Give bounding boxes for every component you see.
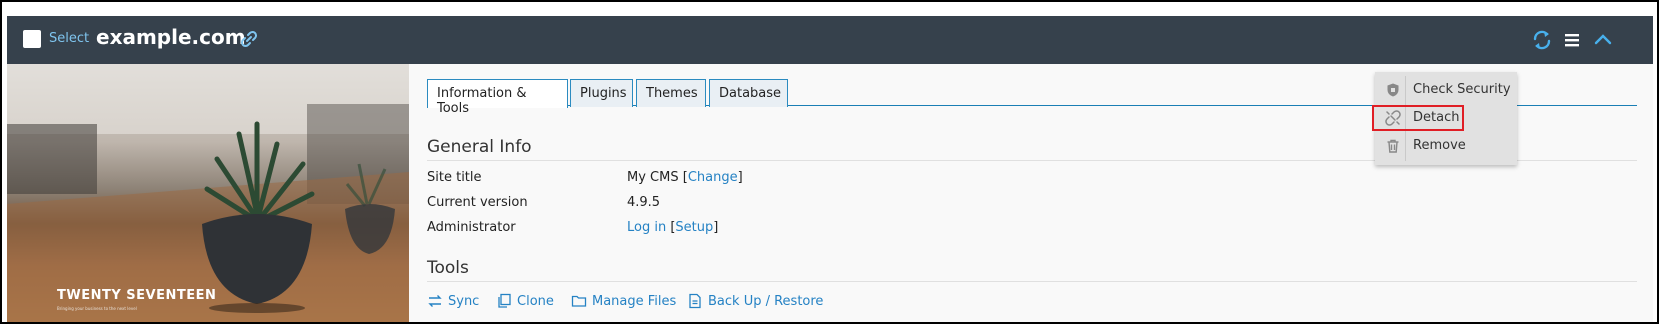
change-link[interactable]: Change xyxy=(688,170,738,185)
clone-tool[interactable]: Clone xyxy=(496,293,554,309)
theme-tagline: Bringing your business to the next level xyxy=(57,306,137,311)
detach-highlight-box xyxy=(1372,105,1464,131)
chevron-up-icon[interactable] xyxy=(1591,28,1615,52)
remove-label: Remove xyxy=(1413,138,1466,153)
administrator-links: Log in [Setup] xyxy=(627,220,719,235)
theme-name: TWENTY SEVENTEEN xyxy=(57,288,217,303)
menu-item-check-security[interactable]: Check Security xyxy=(1375,76,1517,104)
link-icon[interactable] xyxy=(239,29,259,49)
site-title-value-group: My CMS [Change] xyxy=(627,170,743,185)
folder-icon xyxy=(571,295,587,307)
sync-label: Sync xyxy=(448,293,480,309)
backup-restore-tool[interactable]: Back Up / Restore xyxy=(687,293,823,309)
actions-dropdown-menu: Check Security Detach Remove xyxy=(1372,72,1517,165)
site-domain[interactable]: example.com xyxy=(96,25,246,49)
select-label[interactable]: Select xyxy=(49,31,89,46)
tools-heading: Tools xyxy=(427,258,1637,282)
log-in-link[interactable]: Log in xyxy=(627,220,666,235)
trash-icon xyxy=(1387,139,1399,153)
setup-link[interactable]: Setup xyxy=(675,220,713,235)
sync-tool[interactable]: Sync xyxy=(427,293,479,309)
site-card: Select example.com TWENTY SEVENTEEN Brin… xyxy=(7,16,1653,322)
site-title-value: My CMS xyxy=(627,170,679,185)
site-title-label: Site title xyxy=(427,170,482,185)
clone-label: Clone xyxy=(517,293,554,309)
manage-files-tool[interactable]: Manage Files xyxy=(571,293,676,309)
tab-themes[interactable]: Themes xyxy=(636,79,706,107)
manage-files-label: Manage Files xyxy=(592,293,677,309)
refresh-icon[interactable] xyxy=(1530,28,1554,52)
theme-thumbnail: TWENTY SEVENTEEN Bringing your business … xyxy=(7,64,409,322)
tab-plugins[interactable]: Plugins xyxy=(570,79,633,107)
current-version-value: 4.9.5 xyxy=(627,195,661,210)
tab-information-tools[interactable]: Information & Tools xyxy=(427,79,568,116)
backup-restore-label: Back Up / Restore xyxy=(708,293,824,309)
tab-database[interactable]: Database xyxy=(709,79,788,107)
plant-illustration xyxy=(7,64,409,322)
current-version-label: Current version xyxy=(427,195,528,210)
check-security-label: Check Security xyxy=(1413,82,1511,97)
hamburger-menu-icon[interactable] xyxy=(1560,28,1584,52)
clone-icon xyxy=(498,293,511,308)
administrator-label: Administrator xyxy=(427,220,516,235)
menu-item-detach[interactable]: Detach xyxy=(1372,104,1517,132)
shield-icon xyxy=(1387,83,1399,97)
sync-icon xyxy=(428,295,442,307)
site-card-header: Select example.com xyxy=(7,16,1653,64)
backup-icon xyxy=(689,293,701,309)
menu-item-remove[interactable]: Remove xyxy=(1375,132,1517,160)
select-checkbox[interactable] xyxy=(23,30,41,48)
